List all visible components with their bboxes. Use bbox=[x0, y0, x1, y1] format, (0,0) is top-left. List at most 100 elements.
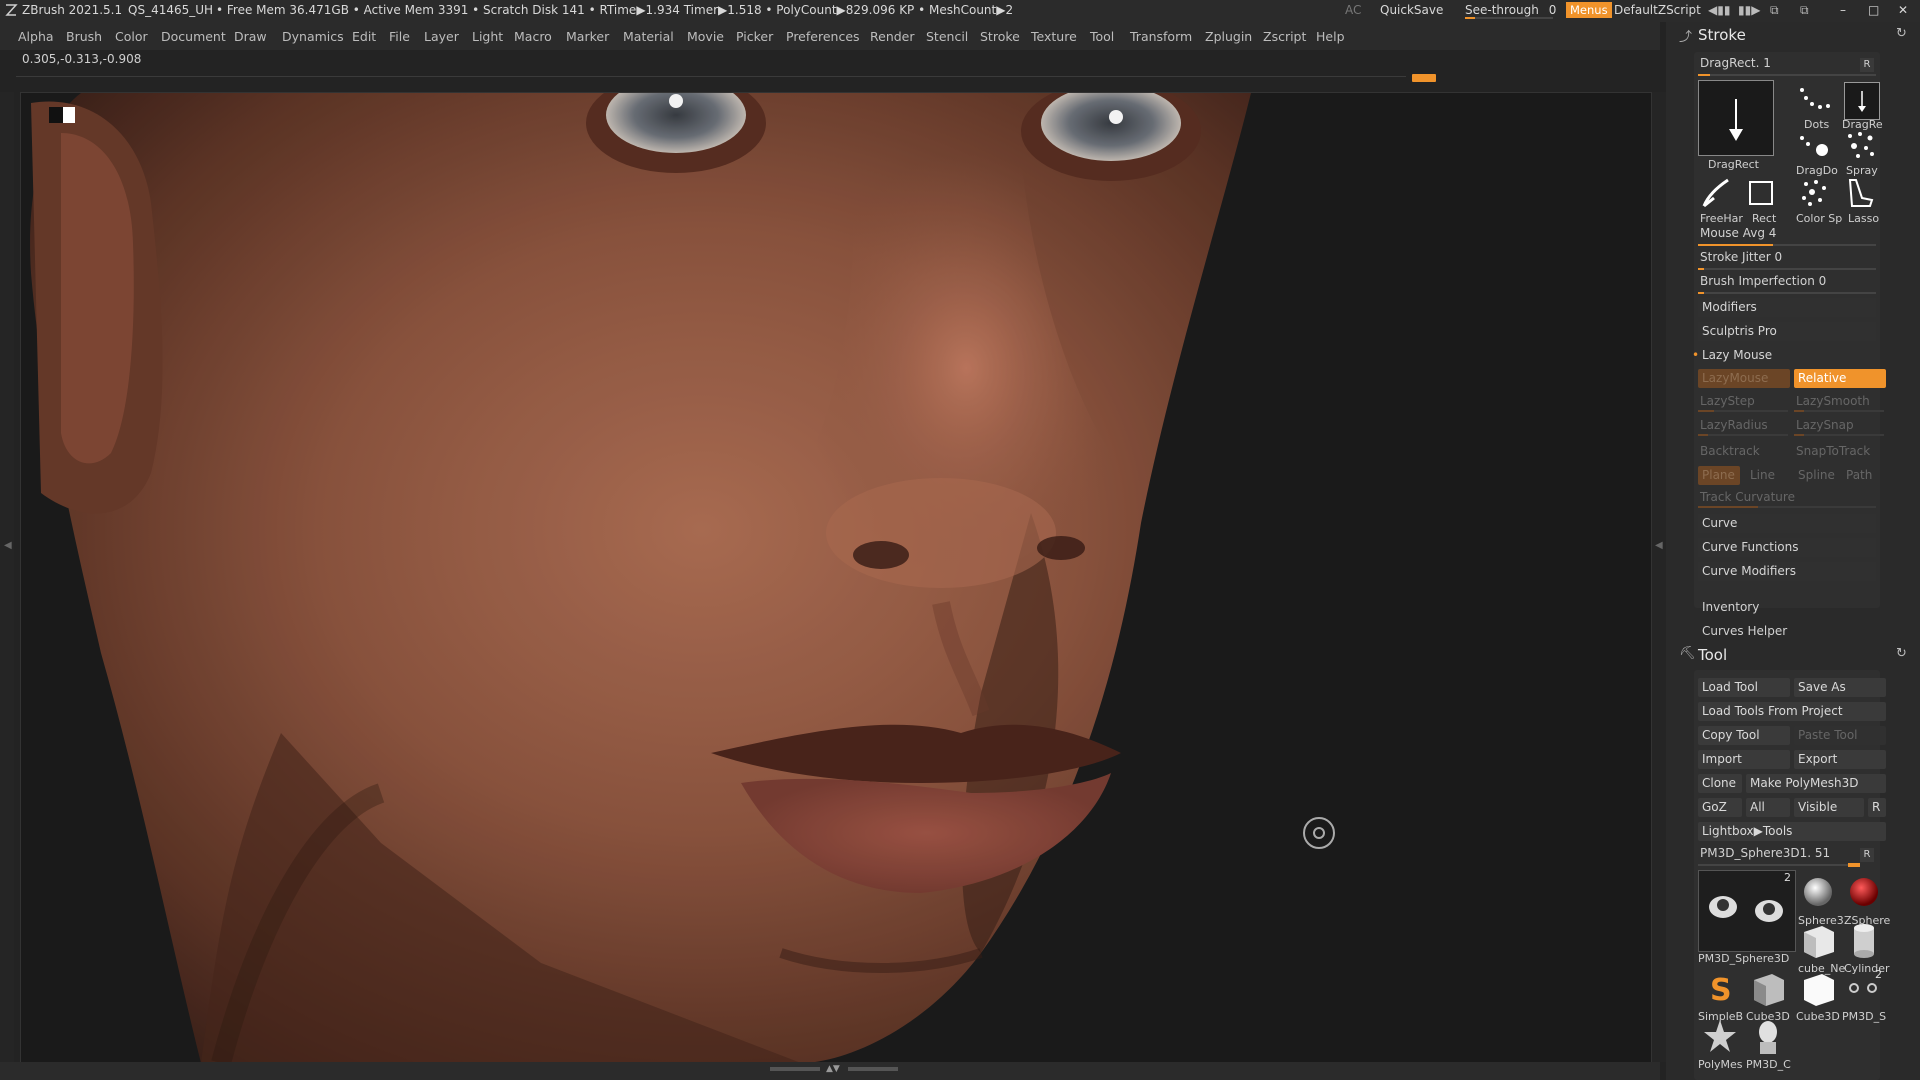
menu-preferences[interactable]: Preferences bbox=[786, 29, 860, 44]
tool-reset-icon[interactable]: ↻ bbox=[1896, 646, 1907, 661]
zbrush-logo-icon[interactable] bbox=[4, 3, 18, 20]
lazy-mouse-subpalette[interactable]: • Lazy Mouse bbox=[1692, 346, 1876, 365]
line-toggle[interactable]: Line bbox=[1750, 468, 1775, 482]
window-layout2-icon[interactable]: ⧉ bbox=[1800, 3, 1809, 18]
brush-imperfection-slider[interactable]: Brush Imperfection 0 bbox=[1700, 274, 1826, 288]
simplebrush-thumbnail[interactable]: S bbox=[1698, 968, 1742, 1008]
stroke-reset-icon[interactable]: ↻ bbox=[1896, 26, 1907, 41]
quicksave-button[interactable]: QuickSave bbox=[1380, 3, 1443, 17]
menu-transform[interactable]: Transform bbox=[1130, 29, 1192, 44]
stroke-palette-header[interactable]: ⤴ Stroke ↻ bbox=[1679, 24, 1910, 48]
menu-stroke[interactable]: Stroke bbox=[980, 29, 1020, 44]
dragrect-large-icon[interactable] bbox=[1698, 80, 1774, 156]
menu-texture[interactable]: Texture bbox=[1031, 29, 1077, 44]
toolbar-layout2-icon[interactable]: ▮▮▶ bbox=[1738, 3, 1760, 17]
lazysnap-slider[interactable]: LazySnap bbox=[1796, 418, 1854, 432]
save-as-button[interactable]: Save As bbox=[1794, 678, 1886, 697]
menu-draw[interactable]: Draw bbox=[234, 29, 267, 44]
goz-r-button[interactable]: R bbox=[1868, 798, 1886, 817]
snap-to-track-button[interactable]: SnapToTrack bbox=[1796, 444, 1870, 458]
dragdot-icon[interactable] bbox=[1796, 132, 1832, 162]
path-toggle[interactable]: Path bbox=[1846, 468, 1872, 482]
timeline-marker[interactable] bbox=[1412, 74, 1436, 82]
lazymouse-toggle[interactable]: LazyMouse bbox=[1698, 369, 1790, 388]
menu-zscript[interactable]: Zscript bbox=[1263, 29, 1306, 44]
ac-label[interactable]: AC bbox=[1345, 3, 1361, 17]
freehand-icon[interactable] bbox=[1698, 176, 1736, 210]
menu-edit[interactable]: Edit bbox=[352, 29, 376, 44]
tool-r-button[interactable]: R bbox=[1860, 848, 1874, 862]
bottom-handle-left[interactable] bbox=[770, 1067, 820, 1071]
sculptris-pro-subpalette[interactable]: Sculptris Pro bbox=[1698, 322, 1876, 341]
mouse-avg-slider[interactable]: Mouse Avg 4 bbox=[1700, 226, 1776, 240]
track-curvature-slider[interactable]: Track Curvature bbox=[1700, 490, 1795, 504]
see-through-slider[interactable]: See-through 0 bbox=[1465, 3, 1556, 17]
goz-visible-button[interactable]: Visible bbox=[1794, 798, 1864, 817]
curves-helper-subpalette[interactable]: Curves Helper bbox=[1702, 624, 1787, 638]
menu-marker[interactable]: Marker bbox=[566, 29, 609, 44]
zsphere-thumbnail[interactable] bbox=[1842, 872, 1886, 912]
menu-zplugin[interactable]: Zplugin bbox=[1205, 29, 1252, 44]
spray-icon[interactable] bbox=[1842, 130, 1878, 162]
menu-document[interactable]: Document bbox=[161, 29, 226, 44]
spline-toggle[interactable]: Spline bbox=[1798, 468, 1835, 482]
maximize-icon[interactable]: □ bbox=[1868, 3, 1879, 17]
backtrack-button[interactable]: Backtrack bbox=[1700, 444, 1760, 458]
menu-macro[interactable]: Macro bbox=[514, 29, 552, 44]
stroke-r-button[interactable]: R bbox=[1860, 58, 1874, 72]
close-icon[interactable]: ✕ bbox=[1898, 3, 1908, 17]
pm3d-head-thumbnail[interactable] bbox=[1746, 1016, 1790, 1056]
toolbar-layout-icon[interactable]: ◀▮▮ bbox=[1708, 3, 1730, 17]
timeline[interactable] bbox=[16, 74, 1436, 82]
make-polymesh3d-button[interactable]: Make PolyMesh3D bbox=[1746, 774, 1886, 793]
bottom-handle-right[interactable] bbox=[848, 1067, 898, 1071]
curve-functions-subpalette[interactable]: Curve Functions bbox=[1698, 538, 1876, 557]
pm3d-sphere-eyes-thumbnail[interactable]: 2 bbox=[1698, 870, 1796, 952]
menu-stencil[interactable]: Stencil bbox=[926, 29, 968, 44]
menu-tool[interactable]: Tool bbox=[1090, 29, 1114, 44]
cube-new-thumbnail[interactable] bbox=[1796, 920, 1840, 960]
lazysmooth-slider[interactable]: LazySmooth bbox=[1796, 394, 1870, 408]
menu-light[interactable]: Light bbox=[472, 29, 503, 44]
menu-picker[interactable]: Picker bbox=[736, 29, 773, 44]
rect-icon[interactable] bbox=[1746, 178, 1776, 208]
expand-left-icon[interactable]: ◀ bbox=[4, 540, 12, 551]
cube3d-thumbnail[interactable] bbox=[1746, 968, 1790, 1008]
menu-material[interactable]: Material bbox=[623, 29, 674, 44]
sphere3d-thumbnail[interactable] bbox=[1796, 872, 1840, 912]
expand-bottom-icon[interactable]: ▲▼ bbox=[826, 1064, 840, 1074]
goz-button[interactable]: GoZ bbox=[1698, 798, 1742, 817]
cube3d-white-thumbnail[interactable] bbox=[1796, 968, 1840, 1008]
polymesh-star-thumbnail[interactable] bbox=[1698, 1016, 1742, 1056]
import-button[interactable]: Import bbox=[1698, 750, 1790, 769]
dragrect-small-icon[interactable] bbox=[1844, 82, 1880, 120]
menu-movie[interactable]: Movie bbox=[687, 29, 724, 44]
canvas-viewport[interactable] bbox=[20, 92, 1652, 1064]
copy-tool-button[interactable]: Copy Tool bbox=[1698, 726, 1790, 745]
load-tool-button[interactable]: Load Tool bbox=[1698, 678, 1790, 697]
rotate-gizmo-icon[interactable] bbox=[1303, 817, 1335, 849]
lasso-icon[interactable] bbox=[1842, 176, 1878, 210]
minimize-icon[interactable]: – bbox=[1840, 3, 1846, 17]
export-button[interactable]: Export bbox=[1794, 750, 1886, 769]
menu-color[interactable]: Color bbox=[115, 29, 148, 44]
cylinder-thumbnail[interactable] bbox=[1842, 920, 1886, 960]
right-tray-edge[interactable]: ◀ bbox=[1652, 92, 1666, 1062]
default-zscript-button[interactable]: DefaultZScript bbox=[1614, 3, 1701, 17]
dots-icon[interactable] bbox=[1796, 84, 1832, 118]
inventory-subpalette[interactable]: Inventory bbox=[1702, 600, 1759, 614]
menu-brush[interactable]: Brush bbox=[66, 29, 102, 44]
pm3d-s-thumbnail[interactable]: 2 bbox=[1842, 968, 1886, 1008]
menu-alpha[interactable]: Alpha bbox=[18, 29, 54, 44]
modifiers-subpalette[interactable]: Modifiers bbox=[1698, 298, 1876, 317]
left-tray-edge[interactable]: ◀ bbox=[0, 92, 14, 1062]
clone-button[interactable]: Clone bbox=[1698, 774, 1742, 793]
curve-subpalette[interactable]: Curve bbox=[1698, 514, 1876, 533]
goz-all-button[interactable]: All bbox=[1746, 798, 1790, 817]
relative-toggle[interactable]: Relative bbox=[1794, 369, 1886, 388]
tool-palette-header[interactable]: ⛏ Tool ↻ bbox=[1679, 644, 1910, 668]
menu-help[interactable]: Help bbox=[1316, 29, 1345, 44]
menu-file[interactable]: File bbox=[389, 29, 410, 44]
curve-modifiers-subpalette[interactable]: Curve Modifiers bbox=[1698, 562, 1876, 581]
lazyradius-slider[interactable]: LazyRadius bbox=[1700, 418, 1768, 432]
